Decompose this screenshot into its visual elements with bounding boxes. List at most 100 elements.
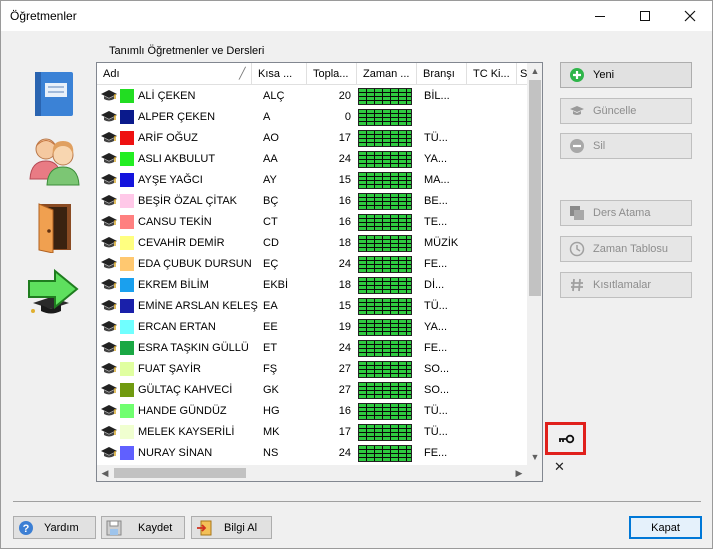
scroll-down-icon[interactable]: ▼	[527, 449, 542, 465]
help-button[interactable]: ? Yardım	[13, 516, 96, 539]
save-button[interactable]: Kaydet	[101, 516, 185, 539]
table-row[interactable]: ALİ ÇEKEN ALÇ 20 BİL...	[97, 86, 527, 107]
teacher-total: 15	[338, 174, 351, 186]
teacher-total: 27	[338, 363, 351, 375]
column-header-abbr[interactable]: Kısa ...	[252, 63, 307, 85]
schedule-grid-icon	[358, 382, 412, 399]
maximize-icon	[639, 11, 650, 21]
column-header-schedule[interactable]: Zaman ...	[357, 63, 417, 85]
column-header-branch[interactable]: Branşı	[417, 63, 467, 85]
graduation-cap-icon	[101, 194, 117, 208]
new-button[interactable]: Yeni	[560, 62, 692, 88]
table-row[interactable]: ALPER ÇEKEN A 0	[97, 107, 527, 128]
schedule-grid-icon	[358, 319, 412, 336]
key-highlight[interactable]	[545, 422, 586, 455]
teachers-icon[interactable]	[27, 133, 80, 186]
graduation-cap-icon	[101, 404, 117, 418]
table-row[interactable]: BEŞİR ÖZAL ÇİTAK BÇ 16 BE...	[97, 191, 527, 212]
graduation-cap-icon	[101, 152, 117, 166]
teacher-abbr: CD	[263, 237, 279, 249]
table-row[interactable]: ASLI AKBULUT AA 24 YA...	[97, 149, 527, 170]
column-header-tc[interactable]: TC Ki...	[467, 63, 517, 85]
graduation-cap-icon	[101, 278, 117, 292]
arrow-exit-icon[interactable]	[27, 267, 79, 319]
import-info-button[interactable]: Bilgi Al	[191, 516, 272, 539]
table-row[interactable]: CEVAHİR DEMİR CD 18 MÜZİK	[97, 233, 527, 254]
teacher-branch: MA...	[424, 174, 450, 186]
table-row[interactable]: ESRA TAŞKIN GÜLLÜ ET 24 FE...	[97, 338, 527, 359]
color-swatch	[120, 257, 134, 271]
teacher-total: 0	[344, 111, 351, 123]
scroll-right-icon[interactable]: ▶	[511, 465, 527, 481]
column-label: Adı	[103, 68, 120, 80]
horizontal-scrollbar[interactable]: ◀ ▶	[97, 465, 527, 481]
teachers-window: Öğretmenler Tanımlı Öğretmenler ve Dersl…	[0, 0, 713, 549]
column-header-total[interactable]: Topla...	[307, 63, 357, 85]
schedule-grid-icon	[358, 88, 412, 105]
save-icon	[106, 520, 122, 535]
footer-separator	[13, 501, 701, 502]
color-swatch	[120, 215, 134, 229]
teacher-total: 17	[338, 132, 351, 144]
clear-icon[interactable]: ✕	[554, 459, 565, 475]
close-button[interactable]: Kapat	[629, 516, 702, 539]
grid-header: Adı ╱ Kısa ... Topla... Zaman ... Branşı…	[97, 63, 537, 85]
import-info-label: Bilgi Al	[224, 521, 258, 534]
window-title: Öğretmenler	[10, 9, 77, 23]
schedule-grid-icon	[358, 424, 412, 441]
schedule-table-button[interactable]: Zaman Tablosu	[560, 236, 692, 262]
column-header-name[interactable]: Adı ╱	[97, 63, 252, 85]
table-row[interactable]: NURAY SİNAN NS 24 FE...	[97, 443, 527, 464]
import-icon	[197, 520, 212, 535]
table-row[interactable]: MELEK KAYSERİLİ MK 17 TÜ...	[97, 422, 527, 443]
color-swatch	[120, 278, 134, 292]
color-swatch	[120, 194, 134, 208]
teacher-total: 20	[338, 90, 351, 102]
graduation-cap-icon	[101, 446, 117, 460]
maximize-button[interactable]	[622, 1, 667, 31]
schedule-grid-icon	[358, 298, 412, 315]
table-row[interactable]: AYŞE YAĞCI AY 15 MA...	[97, 170, 527, 191]
teacher-name: ERCAN ERTAN	[138, 321, 216, 333]
teacher-abbr: ALÇ	[263, 90, 285, 102]
color-swatch	[120, 131, 134, 145]
scroll-left-icon[interactable]: ◀	[97, 465, 113, 481]
teacher-name: ALİ ÇEKEN	[138, 90, 196, 102]
graduation-cap-icon	[101, 89, 117, 103]
assign-lessons-button[interactable]: Ders Atama	[560, 200, 692, 226]
table-row[interactable]: EKREM BİLİM EKBİ 18 Dİ...	[97, 275, 527, 296]
schedule-grid-icon	[358, 235, 412, 252]
update-button[interactable]: Güncelle	[560, 98, 692, 124]
table-row[interactable]: GÜLTAÇ KAHVECİ GK 27 SO...	[97, 380, 527, 401]
vertical-scrollbar[interactable]: ▲ ▼	[527, 63, 542, 465]
teacher-branch: SO...	[424, 363, 450, 375]
teacher-abbr: EÇ	[263, 258, 279, 270]
horizontal-scroll-thumb[interactable]	[114, 468, 246, 478]
help-label: Yardım	[44, 521, 79, 534]
scroll-up-icon[interactable]: ▲	[527, 63, 542, 79]
vertical-scroll-thumb[interactable]	[529, 80, 541, 296]
color-swatch	[120, 404, 134, 418]
teachers-grid[interactable]: Adı ╱ Kısa ... Topla... Zaman ... Branşı…	[96, 62, 543, 482]
minimize-button[interactable]	[577, 1, 622, 31]
add-icon	[569, 67, 585, 83]
title-bar: Öğretmenler	[1, 1, 712, 31]
constraints-button[interactable]: Kısıtlamalar	[560, 272, 692, 298]
table-row[interactable]: HANDE GÜNDÜZ HG 16 TÜ...	[97, 401, 527, 422]
door-icon[interactable]	[31, 201, 83, 254]
table-row[interactable]: CANSU TEKİN CT 16 TE...	[97, 212, 527, 233]
table-row[interactable]: FUAT ŞAYİR FŞ 27 SO...	[97, 359, 527, 380]
table-row[interactable]: EDA ÇUBUK DURSUN EÇ 24 FE...	[97, 254, 527, 275]
schedule-grid-icon	[358, 340, 412, 357]
close-window-button[interactable]	[667, 1, 712, 31]
table-row[interactable]: ARİF OĞUZ AO 17 TÜ...	[97, 128, 527, 149]
teacher-branch: MÜZİK	[424, 237, 459, 249]
table-row[interactable]: ERCAN ERTAN EE 19 YA...	[97, 317, 527, 338]
table-row[interactable]: EMİNE ARSLAN KELEŞ EA 15 TÜ...	[97, 296, 527, 317]
teacher-name: NURAY SİNAN	[138, 447, 213, 459]
delete-button[interactable]: Sil	[560, 133, 692, 159]
teacher-branch: YA...	[424, 321, 448, 333]
teacher-name: ALPER ÇEKEN	[138, 111, 216, 123]
book-icon[interactable]	[29, 69, 81, 121]
color-swatch	[120, 362, 134, 376]
